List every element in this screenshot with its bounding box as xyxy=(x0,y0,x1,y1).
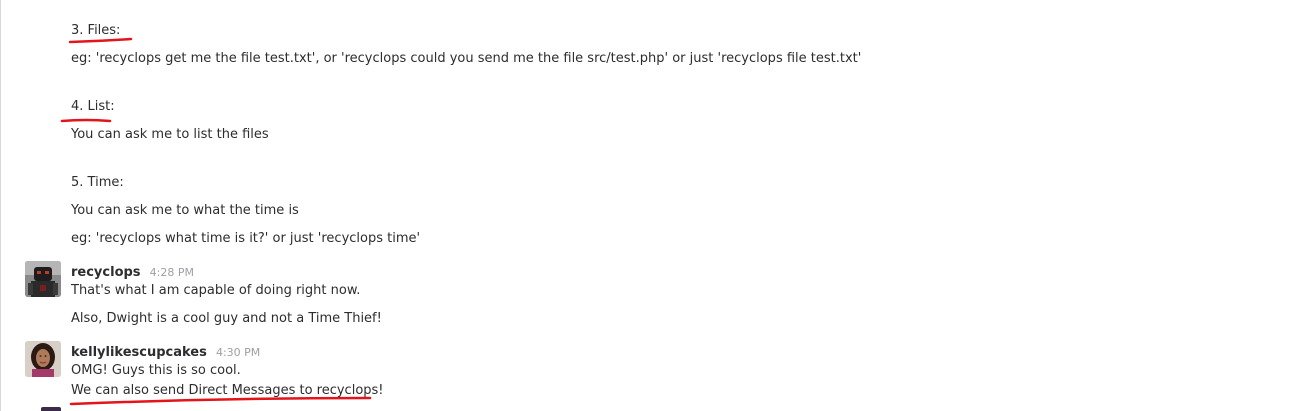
recyclops-message-header: recyclops 4:28 PM xyxy=(71,262,194,282)
kelly-message-header: kellylikescupcakes 4:30 PM xyxy=(71,342,260,362)
user-photo-avatar-icon[interactable] xyxy=(25,341,61,377)
files-heading: 3. Files: xyxy=(71,23,121,38)
kelly-avatar-image xyxy=(25,341,61,377)
robot-avatar-image xyxy=(25,261,61,297)
list-heading: 4. List: xyxy=(71,99,115,114)
kelly-message-line-2: We can also send Direct Messages to recy… xyxy=(71,383,384,398)
list-description: You can ask me to list the files xyxy=(71,127,269,142)
recyclops-username[interactable]: recyclops xyxy=(71,265,141,280)
kelly-username[interactable]: kellylikescupcakes xyxy=(71,345,207,360)
next-message-avatar-icon[interactable] xyxy=(41,407,61,411)
list-underline xyxy=(60,118,112,123)
files-example: eg: 'recyclops get me the file test.txt'… xyxy=(71,51,862,66)
recyclops-message-line-2: Also, Dwight is a cool guy and not a Tim… xyxy=(71,311,382,326)
robot-avatar-icon[interactable] xyxy=(25,261,61,297)
time-heading: 5. Time: xyxy=(71,175,124,190)
time-description: You can ask me to what the time is xyxy=(71,203,299,218)
kelly-timestamp[interactable]: 4:30 PM xyxy=(216,346,260,359)
kelly-message-line-1: OMG! Guys this is so cool. xyxy=(71,363,241,378)
time-example: eg: 'recyclops what time is it?' or just… xyxy=(71,231,421,246)
message-list: 3. Files: eg: 'recyclops get me the file… xyxy=(0,0,1291,411)
recyclops-message-line-1: That's what I am capable of doing right … xyxy=(71,283,361,298)
recyclops-timestamp[interactable]: 4:28 PM xyxy=(150,266,194,279)
